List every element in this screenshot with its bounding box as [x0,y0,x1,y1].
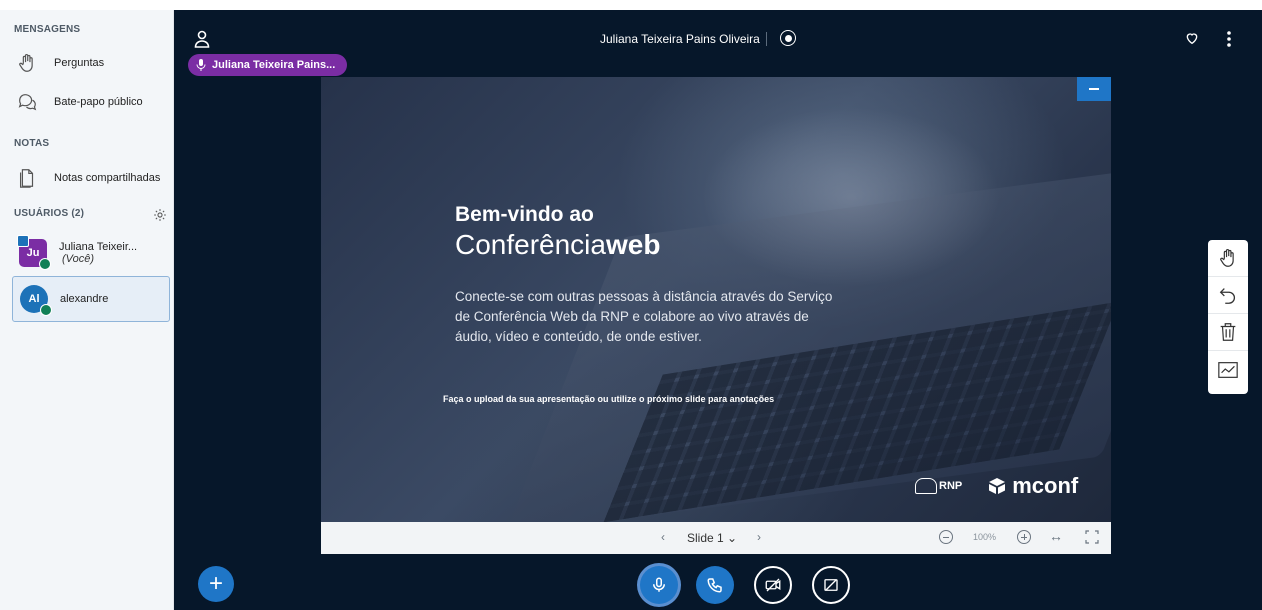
you-label: (Você) [62,253,94,265]
rnp-logo: RNP [915,478,962,494]
mconf-logo: mconf [988,473,1078,499]
raised-hand-icon [14,50,40,76]
talking-indicator[interactable]: Juliana Teixeira Pains... [188,54,348,76]
undo-button[interactable] [1208,277,1248,314]
avatar: Al [20,285,52,316]
slide-logos: RNP mconf [915,473,1078,499]
clear-button[interactable] [1208,314,1248,351]
trash-icon [1220,323,1236,341]
slide-description: Conecte-se com outras pessoas à distânci… [455,289,833,344]
user-list-item-self[interactable]: Ju Juliana Teixeir...(Você) [12,230,170,276]
brand-light: Conferência [455,229,606,260]
minus-icon [1089,88,1099,90]
zoom-out-icon[interactable] [939,530,953,544]
presentation-toolbar: ‹ Slide 1 ⌄ › 100% ↔ [321,522,1111,554]
screen-share-off-icon [824,579,838,591]
previous-slide-button[interactable]: ‹ [661,530,665,544]
share-screen-button[interactable] [812,566,850,604]
sidebar-item-public-chat[interactable]: Bate-papo público [14,86,170,118]
hand-tool-button[interactable] [1208,240,1248,277]
slide-background-hands [701,107,1001,287]
sidebar-item-label: Bate-papo público [54,96,143,108]
messages-section-title: MENSAGENS [14,24,81,35]
video-off-icon [765,578,781,592]
user-icon[interactable] [194,30,210,48]
chart-line-icon [1218,361,1238,378]
whiteboard-toolbar [1208,240,1248,394]
sidebar-item-questions[interactable]: Perguntas [14,47,170,79]
more-options-icon[interactable] [1222,30,1236,48]
slide-selector[interactable]: Slide 1 ⌄ [687,531,737,545]
record-button[interactable] [780,30,796,46]
user-name: alexandre [60,293,109,305]
user-name: Juliana Teixeir... [59,241,138,253]
mconf-text: mconf [1012,473,1079,498]
slide-brand: Conferênciaweb [455,229,660,261]
fullscreen-icon[interactable] [1085,530,1099,544]
main-area: Juliana Teixeira Pains Oliveira Juliana … [174,10,1262,610]
next-slide-button[interactable]: › [757,530,761,544]
avatar: Ju [17,235,51,270]
mic-status-icon [40,304,52,316]
leave-audio-button[interactable] [696,566,734,604]
divider [766,32,767,46]
chat-bubble-icon [14,89,40,115]
slide-upload-hint: Faça o upload da sua apresentação ou uti… [443,394,775,404]
hand-tool-icon [1220,248,1234,267]
sidebar: MENSAGENS Perguntas Bate-papo público NO… [0,10,174,610]
rnp-logo-icon [915,478,937,494]
user-list-item-alexandre[interactable]: Al alexandre [12,276,170,322]
sidebar-item-label: Notas compartilhadas [54,172,161,184]
talking-user-name: Juliana Teixeira Pains... [212,59,336,71]
record-icon [784,34,792,42]
sidebar-item-shared-notes[interactable]: Notas compartilhadas [14,162,170,194]
multi-user-whiteboard-button[interactable] [1208,351,1248,388]
minimize-presentation-button[interactable] [1077,77,1111,101]
share-webcam-button[interactable] [754,566,792,604]
mconf-logo-icon [989,478,1006,494]
actions-button[interactable]: + [198,566,234,602]
presenter-icon [17,235,29,247]
brand-bold: web [605,229,661,260]
microphone-icon [196,59,206,71]
meeting-title: Juliana Teixeira Pains Oliveira [600,32,760,46]
sidebar-item-label: Perguntas [54,57,105,69]
zoom-in-icon[interactable] [1017,530,1031,544]
presentation-slide[interactable]: Bem-vindo ao Conferênciaweb Conecte-se c… [321,77,1111,522]
zoom-level: 100% [973,532,997,542]
microphone-icon [653,577,665,592]
notes-section-title: NOTAS [14,138,50,149]
document-icon [14,165,40,191]
mic-status-icon [39,258,51,270]
heart-icon[interactable] [1184,30,1200,46]
undo-icon [1219,288,1235,304]
fit-to-width-icon[interactable]: ↔ [1049,528,1063,544]
users-section-title: USUÁRIOS (2) [14,208,85,219]
slide-welcome-text: Bem-vindo ao [455,203,594,226]
rnp-text: RNP [939,480,963,492]
phone-icon [707,578,722,593]
mute-button[interactable] [640,566,678,604]
gear-icon[interactable] [153,208,167,222]
